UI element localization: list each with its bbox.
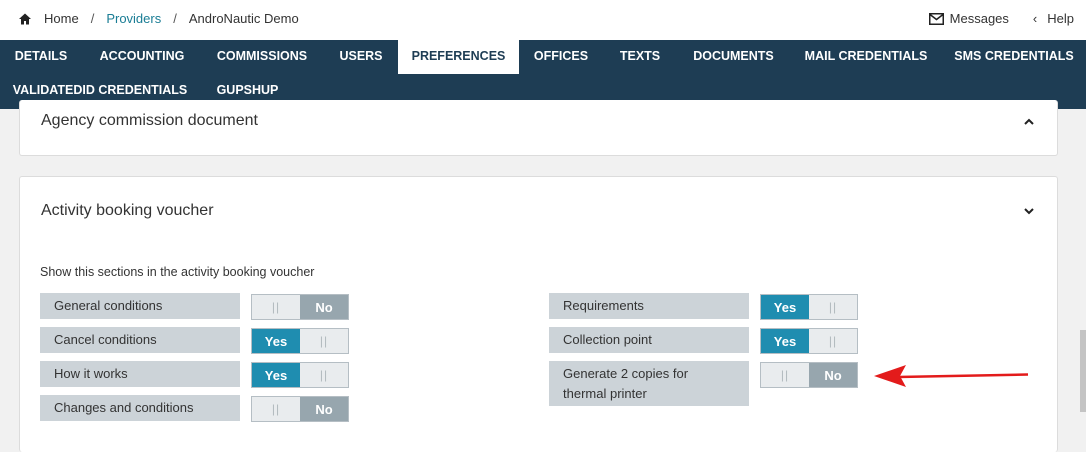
breadcrumb-providers[interactable]: Providers [106, 11, 161, 26]
tab-preferences[interactable]: PREFERENCES [398, 40, 519, 74]
option-label-changes-and-conditions: Changes and conditions [40, 395, 240, 421]
agency-commission-title[interactable]: Agency commission document [41, 112, 258, 130]
toggle-yes: Yes [761, 295, 809, 319]
chevron-left-icon: ‹ [1032, 11, 1038, 26]
toggle-requirements[interactable]: Yes || [760, 294, 858, 320]
toggle-yes: Yes [252, 363, 300, 387]
tab-commissions[interactable]: COMMISSIONS [200, 40, 324, 74]
tab-accounting[interactable]: ACCOUNTING [84, 40, 200, 74]
option-label-line: Generate 2 copies for [563, 365, 689, 381]
chevron-up-icon[interactable] [1023, 116, 1035, 128]
toggle-thermal-printer[interactable]: || No [760, 362, 858, 388]
toggle-grip: || [271, 402, 281, 416]
tab-texts[interactable]: TEXTS [603, 40, 677, 74]
toggle-collection-point[interactable]: Yes || [760, 328, 858, 354]
option-label-general-conditions: General conditions [40, 293, 240, 319]
breadcrumb-separator: / [90, 11, 95, 26]
tab-bar: DETAILS ACCOUNTING COMMISSIONS USERS PRE… [0, 40, 1086, 109]
option-label-line: thermal printer [563, 385, 647, 401]
scrollbar-thumb[interactable] [1080, 330, 1086, 412]
option-label-cancel-conditions: Cancel conditions [40, 327, 240, 353]
toggle-yes: Yes [761, 329, 809, 353]
chevron-down-icon[interactable] [1023, 205, 1035, 217]
toggle-grip: || [828, 334, 838, 348]
agency-commission-card: Agency commission document [19, 100, 1058, 156]
toggle-no: No [300, 397, 348, 421]
tab-offices[interactable]: OFFICES [519, 40, 603, 74]
help-link[interactable]: ‹ Help [1033, 11, 1074, 26]
breadcrumb: Home / Providers / AndroNautic Demo [18, 0, 299, 37]
option-label-collection-point: Collection point [549, 327, 749, 353]
tab-documents[interactable]: DOCUMENTS [677, 40, 790, 74]
activity-voucher-title[interactable]: Activity booking voucher [41, 202, 214, 220]
tab-mail-credentials[interactable]: MAIL CREDENTIALS [790, 40, 942, 74]
voucher-section-description: Show this sections in the activity booki… [40, 265, 315, 279]
toggle-yes: Yes [252, 329, 300, 353]
toggle-cancel-conditions[interactable]: Yes || [251, 328, 349, 354]
option-label-thermal-printer: Generate 2 copies for thermal printer [549, 361, 749, 406]
tab-users[interactable]: USERS [324, 40, 398, 74]
home-icon[interactable] [18, 12, 32, 26]
toggle-general-conditions[interactable]: || No [251, 294, 349, 320]
breadcrumb-current: AndroNautic Demo [188, 11, 299, 26]
toggle-no: No [300, 295, 348, 319]
tab-sms-credentials[interactable]: SMS CREDENTIALS [942, 40, 1086, 74]
toggle-how-it-works[interactable]: Yes || [251, 362, 349, 388]
tab-details[interactable]: DETAILS [0, 40, 82, 74]
option-label-how-it-works: How it works [40, 361, 240, 387]
toggle-grip: || [828, 300, 838, 314]
envelope-icon [928, 12, 944, 25]
top-bar: Home / Providers / AndroNautic Demo Mess… [0, 0, 1086, 40]
toggle-grip: || [780, 368, 790, 382]
red-arrow-icon [874, 365, 1029, 387]
help-label: Help [1047, 11, 1074, 26]
toggle-grip: || [271, 300, 281, 314]
toggle-changes-and-conditions[interactable]: || No [251, 396, 349, 422]
option-label-requirements: Requirements [549, 293, 749, 319]
messages-link[interactable]: Messages [928, 11, 1009, 26]
toggle-grip: || [319, 334, 329, 348]
breadcrumb-home[interactable]: Home [44, 11, 79, 26]
toggle-no: No [809, 363, 857, 387]
messages-label: Messages [949, 11, 1009, 26]
breadcrumb-separator: / [173, 11, 177, 26]
toggle-grip: || [319, 368, 329, 382]
